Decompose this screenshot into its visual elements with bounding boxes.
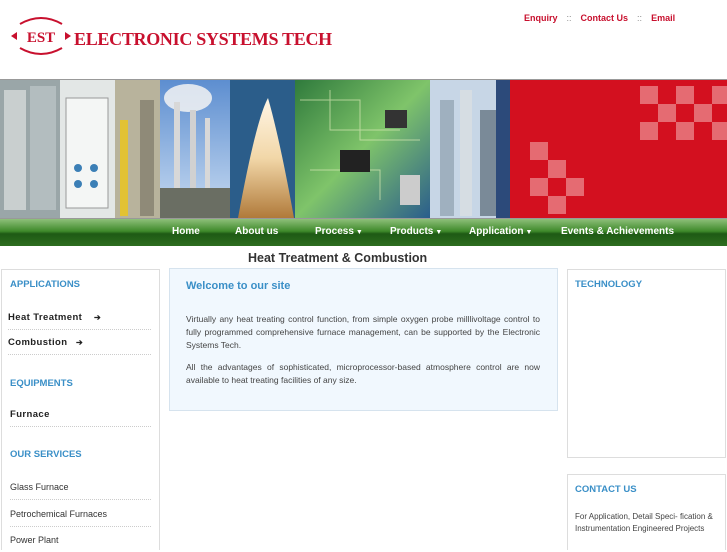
sidebar-item-petrochemical-furnaces[interactable]: Petrochemical Furnaces (10, 501, 151, 527)
arrow-right-icon: ➔ (76, 338, 84, 347)
enquiry-link[interactable]: Enquiry (524, 13, 558, 23)
sidebar-item-label: Petrochemical Furnaces (10, 509, 108, 519)
sidebar-item-combustion[interactable]: Combustion ➔ (8, 329, 151, 355)
equipments-heading: EQUIPMENTS (10, 378, 73, 389)
contact-us-link[interactable]: Contact Us (581, 13, 629, 23)
link-separator: :: (566, 13, 572, 23)
email-link[interactable]: Email (651, 13, 675, 23)
welcome-panel: Welcome to our site Virtually any heat t… (169, 268, 558, 411)
sidebar-item-label: Combustion (8, 337, 68, 348)
nav-events-achievements[interactable]: Events & Achievements (561, 226, 674, 237)
arrow-right-icon: ➔ (94, 313, 102, 322)
nav-products[interactable]: Products ▼ (390, 226, 442, 237)
nav-products-label: Products (390, 226, 434, 237)
sidebar-item-label: Power Plant (10, 535, 59, 545)
technology-panel: TECHNOLOGY (567, 269, 726, 458)
sidebar-item-heat-treatment[interactable]: Heat Treatment ➔ (8, 304, 151, 330)
sidebar-item-label: Furnace (10, 409, 50, 420)
welcome-heading: Welcome to our site (186, 280, 291, 292)
contact-panel: CONTACT US For Application, Detail Speci… (567, 474, 726, 550)
intro-paragraph: Virtually any heat treating control func… (186, 314, 540, 350)
nav-home[interactable]: Home (172, 226, 200, 237)
page-title: Heat Treatment & Combustion (248, 251, 428, 265)
our-services-heading: OUR SERVICES (10, 449, 82, 460)
est-logo-icon: EST (11, 17, 71, 55)
nav-about-us[interactable]: About us (235, 226, 278, 237)
nav-process-label: Process (315, 226, 354, 237)
applications-heading: APPLICATIONS (10, 279, 81, 290)
advantages-paragraph: All the advantages of sophisticated, mic… (186, 362, 540, 385)
left-sidebar: APPLICATIONS Heat Treatment ➔ Combustion… (1, 269, 160, 550)
technology-heading: TECHNOLOGY (575, 279, 643, 290)
logo-mark-text: EST (27, 30, 55, 46)
site-logo[interactable]: EST ELECTRONIC SYSTEMS TECH (10, 14, 332, 58)
banner-collage-image (0, 80, 727, 218)
header-banner (0, 79, 727, 219)
sidebar-item-power-plant[interactable]: Power Plant (10, 527, 151, 552)
chevron-down-icon: ▼ (525, 229, 533, 236)
contact-text: For Application, Detail Speci- fication … (575, 512, 713, 533)
sidebar-item-furnace[interactable]: Furnace (10, 401, 151, 427)
nav-process[interactable]: Process ▼ (315, 226, 363, 237)
top-links: Enquiry:: Contact Us:: Email (524, 13, 675, 23)
chevron-down-icon: ▼ (355, 229, 363, 236)
link-separator: :: (637, 13, 643, 23)
chevron-down-icon: ▼ (435, 229, 443, 236)
main-nav: Home About us Process ▼ Products ▼ Applica… (0, 219, 727, 246)
sidebar-item-label: Heat Treatment (8, 312, 83, 323)
brand-name: ELECTRONIC SYSTEMS TECH (74, 29, 332, 49)
nav-application-label: Application (469, 226, 524, 237)
nav-application[interactable]: Application ▼ (469, 226, 532, 237)
contact-us-heading: CONTACT US (575, 484, 637, 495)
sidebar-item-label: Glass Furnace (10, 482, 69, 492)
sidebar-item-glass-furnace[interactable]: Glass Furnace (10, 474, 151, 500)
